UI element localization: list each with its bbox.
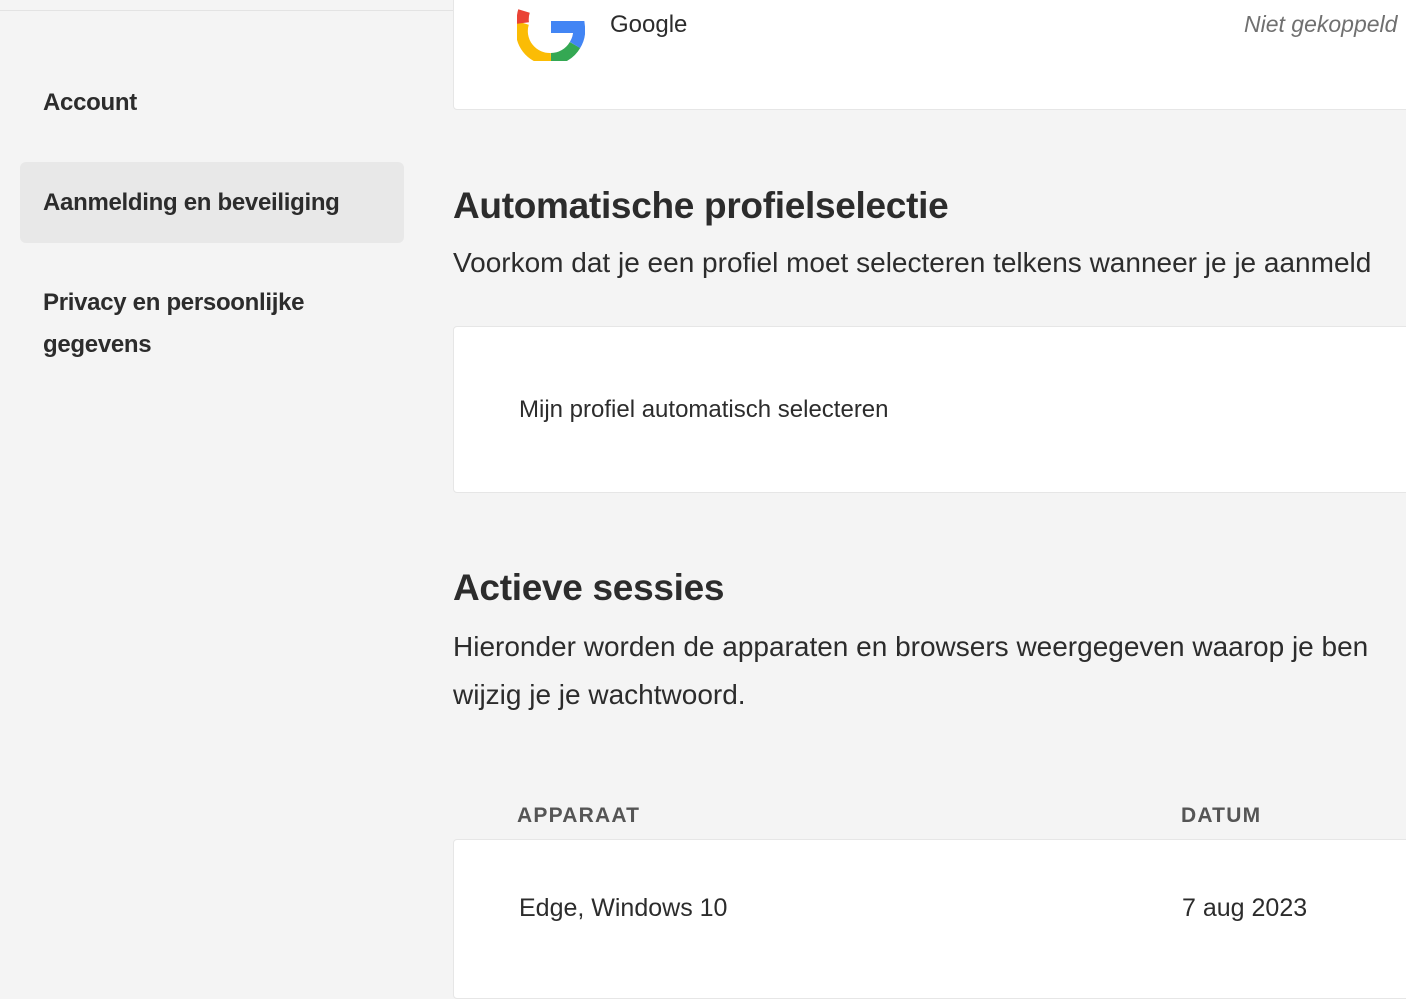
column-header-device: APPARAAT [517,804,641,827]
sidebar-item-sign-in-security[interactable]: Aanmelding en beveiliging [20,162,404,243]
active-sessions-description: Hieronder worden de apparaten en browser… [453,623,1368,719]
auto-profile-card: Mijn profiel automatisch selecteren [453,326,1406,493]
google-account-name: Google [610,11,688,38]
sidebar-item-account[interactable]: Account [20,70,404,136]
auto-profile-title: Automatische profielselectie [453,185,949,226]
main-content: Google Niet gekoppeld Automatische profi… [453,0,1406,999]
column-header-date: DATUM [1181,804,1262,827]
auto-profile-description: Voorkom dat je een profiel moet selecter… [453,247,1372,278]
active-sessions-description-line1: Hieronder worden de apparaten en browser… [453,631,1369,662]
google-logo-icon [517,9,585,61]
active-sessions-title: Actieve sessies [453,567,725,608]
google-link-status: Niet gekoppeld [1244,11,1398,37]
session-device: Edge, Windows 10 [519,894,728,922]
auto-profile-option-label: Mijn profiel automatisch selecteren [519,396,889,423]
table-row: Edge, Windows 10 7 aug 2023 [453,839,1406,999]
active-sessions-description-line2: wijzig je je wachtwoord. [453,679,746,710]
sidebar-item-privacy[interactable]: Privacy en persoonlijke gegevens [20,276,350,366]
sidebar: Account Aanmelding en beveiliging Privac… [20,70,404,366]
session-date: 7 aug 2023 [1182,894,1308,922]
google-linked-account-card: Google Niet gekoppeld [453,0,1406,110]
